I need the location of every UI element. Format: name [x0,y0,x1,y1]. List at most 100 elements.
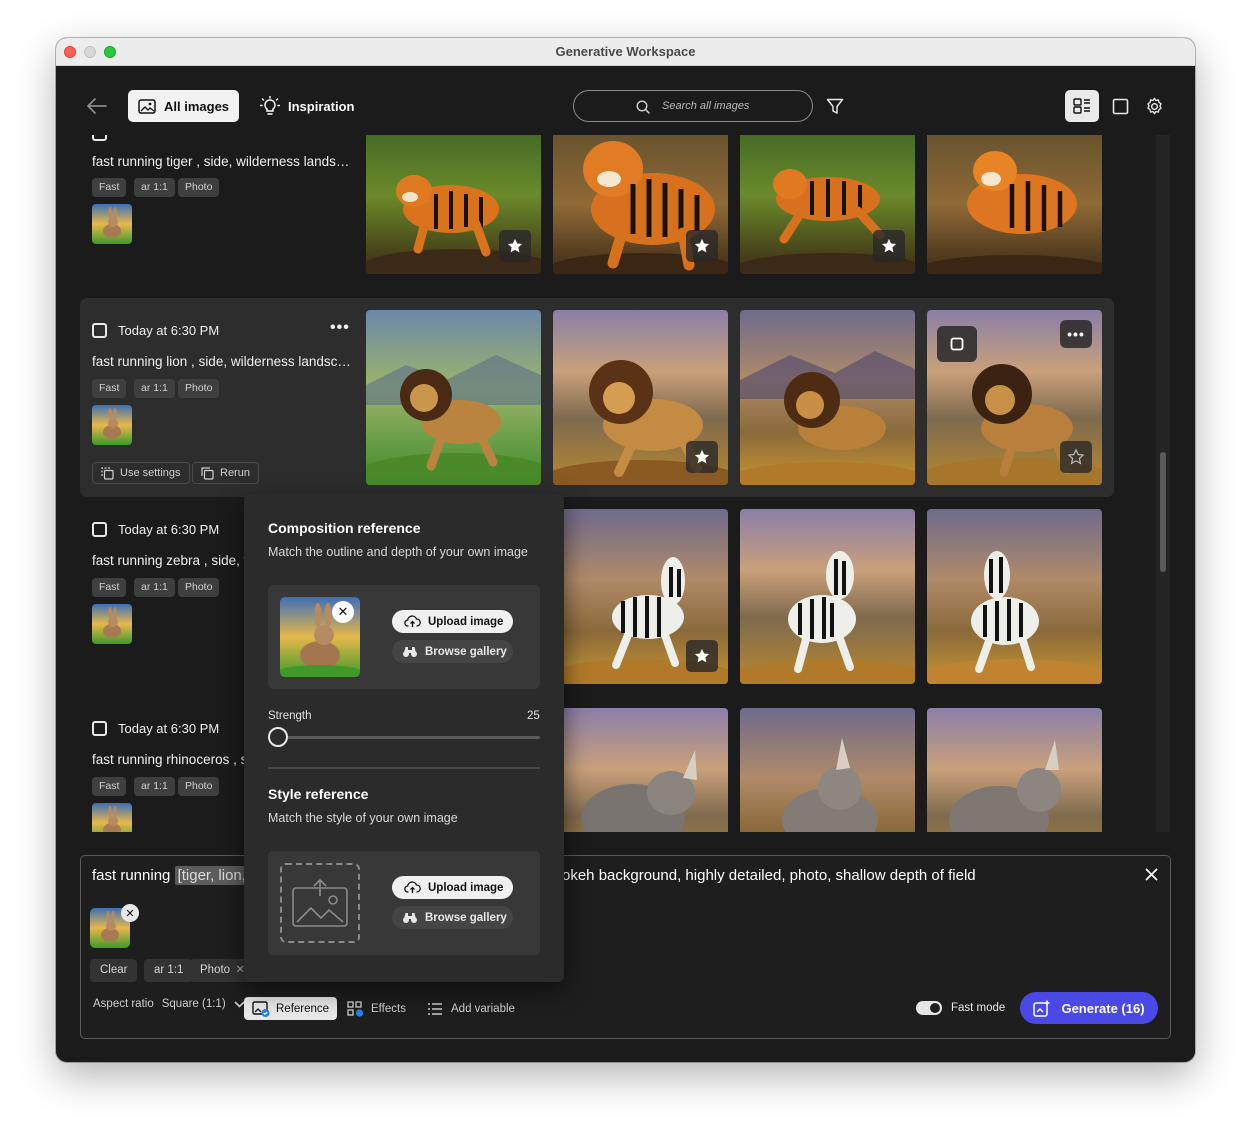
tag-photo: Photo [178,178,220,197]
inspiration-tab[interactable]: Inspiration [256,90,358,122]
browse-gallery-button[interactable]: Browse gallery [392,906,513,929]
prompt-suffix[interactable]: okeh background, highly detailed, photo,… [562,867,976,884]
upload-image-button[interactable]: Upload image [392,610,513,633]
strength-slider-track[interactable] [268,736,540,739]
search-placeholder: Search all images [662,100,750,112]
lion-image [366,310,541,485]
favorite-button[interactable] [873,230,905,262]
all-images-tab[interactable]: All images [128,90,240,122]
reference-button[interactable]: Reference [244,997,338,1020]
favorite-button[interactable] [499,230,531,262]
group-checkbox[interactable] [92,522,107,537]
use-settings-button[interactable]: Use settings [92,462,190,484]
select-image-button[interactable] [937,326,977,362]
filter-icon [826,98,844,114]
group-more-button[interactable]: ••• [330,319,350,337]
copy-settings-icon [101,466,114,480]
favorite-button[interactable] [686,230,718,262]
rerun-button[interactable]: Rerun [192,462,259,484]
star-icon [693,237,711,255]
effects-button[interactable]: Effects [347,997,406,1020]
star-icon [506,237,524,255]
lion-image [740,310,915,485]
rhinoceros-image [553,708,728,832]
feed-scrollbar-thumb[interactable] [1160,452,1166,572]
filter-button[interactable] [826,98,844,120]
image-tile[interactable] [553,509,728,684]
group-prompt: fast running tiger , side, wilderness la… [92,154,354,169]
group-meta: Today at 6:30 PM ••• fast running lion ,… [92,298,362,497]
image-tile[interactable] [927,135,1102,274]
star-outline-icon [1067,448,1085,466]
group-timestamp: Today at 6:30 PM [118,323,220,338]
result-group-tiger: fast running tiger , side, wilderness la… [80,135,1114,298]
upload-image-label: Upload image [428,615,504,628]
aspect-chip[interactable]: ar 1:1 [144,959,194,982]
group-checkbox[interactable] [92,721,107,736]
composition-title: Composition reference [268,520,421,536]
effects-icon [347,1000,364,1017]
strength-value: 25 [527,710,540,722]
cloud-upload-icon [404,615,421,627]
single-view-button[interactable] [1108,90,1132,122]
browse-gallery-button[interactable]: Browse gallery [392,640,513,663]
image-tile[interactable] [553,708,728,832]
image-tile[interactable] [740,509,915,684]
rerun-icon [201,466,214,480]
image-icon [138,98,156,114]
reference-thumbnail [92,405,132,445]
toggle-switch[interactable] [916,1001,942,1015]
gear-icon [1146,97,1162,114]
grid-view-button[interactable] [1065,90,1099,122]
favorite-button[interactable] [686,640,718,672]
image-tile[interactable] [366,135,541,274]
aspect-ratio-label: Aspect ratio [93,998,154,1010]
style-drop-zone[interactable]: Upload image Browse gallery [268,851,540,955]
aspect-ratio-picker[interactable]: Aspect ratio Square (1:1) [93,998,245,1010]
search-input[interactable]: Search all images [573,90,813,122]
image-tile[interactable] [553,310,728,485]
tag-aspect: ar 1:1 [134,578,175,597]
image-tile[interactable] [740,708,915,832]
favorite-button[interactable] [686,441,718,473]
group-checkbox[interactable] [92,135,107,141]
settings-button[interactable] [1142,90,1166,122]
binoculars-icon [403,913,417,923]
favorite-button[interactable] [1060,441,1092,473]
clear-prompt-button[interactable] [1145,868,1158,886]
tag-photo: Photo [178,578,220,597]
checkbox-icon [950,337,964,351]
prompt-input[interactable]: fast running [tiger, lion, [92,866,249,885]
tag-fast: Fast [92,178,127,197]
image-tile[interactable] [927,708,1102,832]
image-tile[interactable] [927,509,1102,684]
image-tile[interactable] [740,310,915,485]
image-tile[interactable] [740,135,915,274]
photo-chip-label: Photo [200,964,231,976]
result-group-zebra: Today at 6:30 PM fast running zebra , si… [80,497,1114,696]
image-more-button[interactable]: ••• [1060,320,1092,348]
prompt-variable[interactable]: [tiger, lion, [174,866,249,885]
upload-image-button[interactable]: Upload image [392,876,513,899]
composition-drop-zone[interactable]: ✕ Upload image Browse gallery [268,585,540,689]
zebra-image [740,509,915,684]
add-variable-button[interactable]: Add variable [427,997,515,1020]
tag-photo: Photo [178,379,220,398]
image-tile-hovered[interactable]: ••• [927,310,1102,485]
remove-reference-button[interactable]: ✕ [121,904,139,922]
photo-chip[interactable]: Photo ✕ [190,959,253,982]
results-feed: fast running tiger , side, wilderness la… [80,135,1158,832]
fast-mode-toggle[interactable]: Fast mode [916,1001,1005,1015]
image-tile[interactable] [553,135,728,274]
reference-thumbnail [92,604,132,644]
clear-chip[interactable]: Clear [90,959,138,982]
image-tile[interactable] [366,310,541,485]
close-icon [1145,868,1158,881]
remove-composition-image-button[interactable]: ✕ [332,601,354,623]
tag-aspect: ar 1:1 [134,178,175,197]
back-button[interactable] [86,96,108,121]
style-image-placeholder[interactable] [280,863,360,943]
generate-button[interactable]: Generate (16) [1020,992,1158,1024]
group-checkbox[interactable] [92,323,107,338]
strength-slider-handle[interactable] [268,727,288,747]
